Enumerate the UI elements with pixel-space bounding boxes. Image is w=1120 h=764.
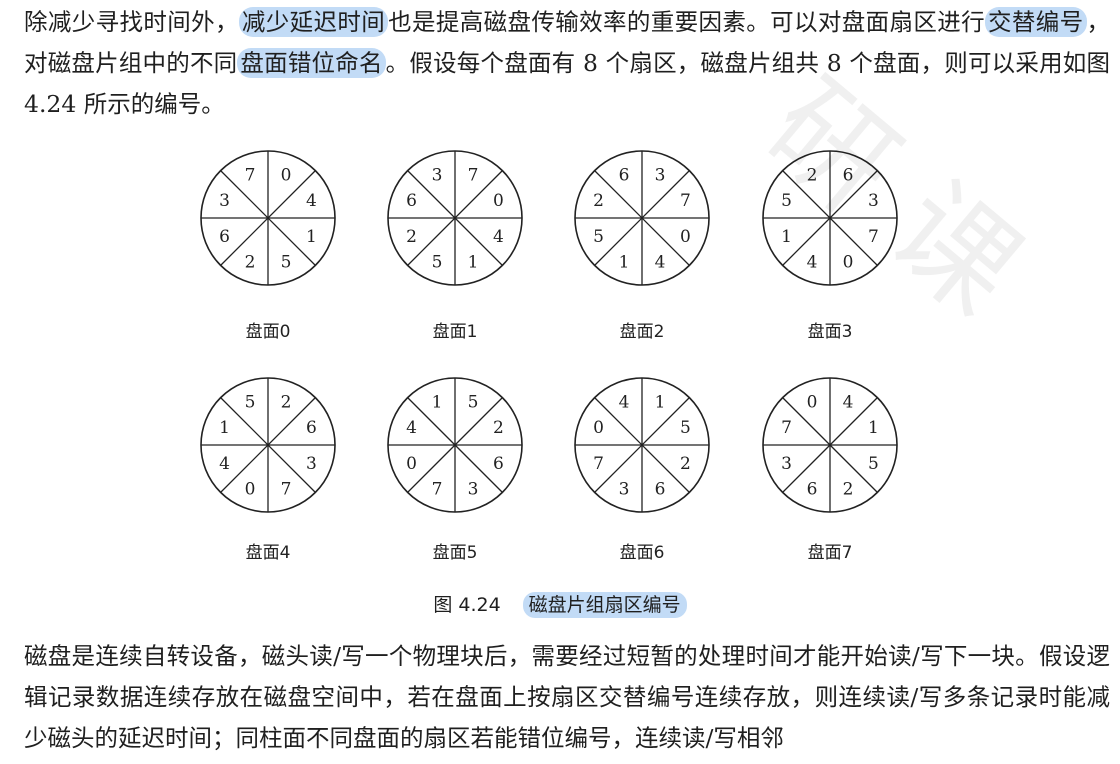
disk-label: 盘面0 [246,322,291,342]
disk-0: 04 15 26 37 盘面0 [200,150,336,342]
sector-number: 2 [245,252,256,272]
sector-number: 2 [493,418,504,438]
figure-caption: 图 4.24 磁盘片组扇区编号 [0,590,1120,618]
sector-number: 4 [306,191,317,211]
sector-number: 6 [655,479,666,499]
sector-number: 0 [680,227,691,247]
sector-number: 5 [680,418,691,438]
sector-number: 3 [219,191,230,211]
sector-number: 7 [245,166,256,186]
disk-label: 盘面1 [433,322,478,342]
sector-number: 5 [868,454,879,474]
sector-number: 0 [843,252,854,272]
caption-number: 图 4.24 [433,594,501,616]
sector-number: 0 [493,191,504,211]
sector-number: 1 [619,252,630,272]
sector-number: 5 [245,393,256,413]
disk-5: 52 63 70 41 盘面5 [387,377,523,563]
sector-number: 5 [281,252,292,272]
disk-label: 盘面4 [246,543,291,563]
sector-number: 3 [781,454,792,474]
sector-number: 5 [468,393,479,413]
disk-label: 盘面3 [808,322,853,342]
sector-number: 7 [781,418,792,438]
sector-number: 5 [432,252,443,272]
sector-number: 1 [868,418,879,438]
sector-number: 5 [593,227,604,247]
sector-number: 6 [807,479,818,499]
sector-number: 0 [406,454,417,474]
sector-number: 2 [807,166,818,186]
sector-number: 0 [807,393,818,413]
sector-number: 3 [619,479,630,499]
sector-number: 7 [432,479,443,499]
disk-sector-figure: 04152637盘面070415263盘面137041526盘面26370415… [200,150,898,563]
disk-label: 盘面6 [620,543,665,563]
disk-4: 26 37 04 15 盘面4 [200,377,336,563]
sector-number: 3 [306,454,317,474]
sector-number: 4 [843,393,854,413]
sector-number: 2 [406,227,417,247]
sector-number: 6 [843,166,854,186]
sector-number: 1 [781,227,792,247]
disk-7: 41 52 63 70 盘面7 [762,377,898,563]
sector-number: 6 [219,227,230,247]
disk-6: 15 26 37 04 盘面6 [574,377,710,563]
sector-number: 2 [281,393,292,413]
sector-number: 4 [406,418,417,438]
sector-number: 6 [619,166,630,186]
sector-number: 7 [680,191,691,211]
sector-number: 3 [432,166,443,186]
sector-number: 4 [655,252,666,272]
disk-label: 盘面2 [620,322,665,342]
sector-number: 4 [807,252,818,272]
sector-number: 3 [468,479,479,499]
disk-1: 70 41 52 63 盘面1 [387,150,523,342]
sector-number: 7 [593,454,604,474]
sector-number: 7 [468,166,479,186]
sector-number: 4 [493,227,504,247]
sector-number: 1 [306,227,317,247]
disk-label: 盘面5 [433,543,478,563]
caption-title: 磁盘片组扇区编号 [522,592,687,618]
sector-number: 2 [843,479,854,499]
sector-number: 7 [281,479,292,499]
sector-number: 1 [468,252,479,272]
sector-number: 2 [593,191,604,211]
sector-number: 0 [281,166,292,186]
sector-number: 0 [593,418,604,438]
body-paragraph: 磁盘是连续自转设备，磁头读/写一个物理块后，需要经过短暂的处理时间才能开始读/写… [24,642,1110,752]
sector-number: 0 [245,479,256,499]
sector-number: 3 [655,166,666,186]
sector-number: 5 [781,191,792,211]
sector-number: 3 [868,191,879,211]
sector-number: 6 [306,418,317,438]
sector-number: 1 [655,393,666,413]
sector-number: 1 [219,418,230,438]
sector-number: 4 [219,454,230,474]
disk-2: 37 04 15 26 盘面2 [574,150,710,342]
sector-number: 4 [619,393,630,413]
sector-number: 6 [406,191,417,211]
sector-number: 2 [680,454,691,474]
sector-number: 1 [432,393,443,413]
disk-label: 盘面7 [808,543,853,563]
sector-number: 7 [868,227,879,247]
disk-3: 63 70 41 52 盘面3 [762,150,898,342]
sector-number: 6 [493,454,504,474]
